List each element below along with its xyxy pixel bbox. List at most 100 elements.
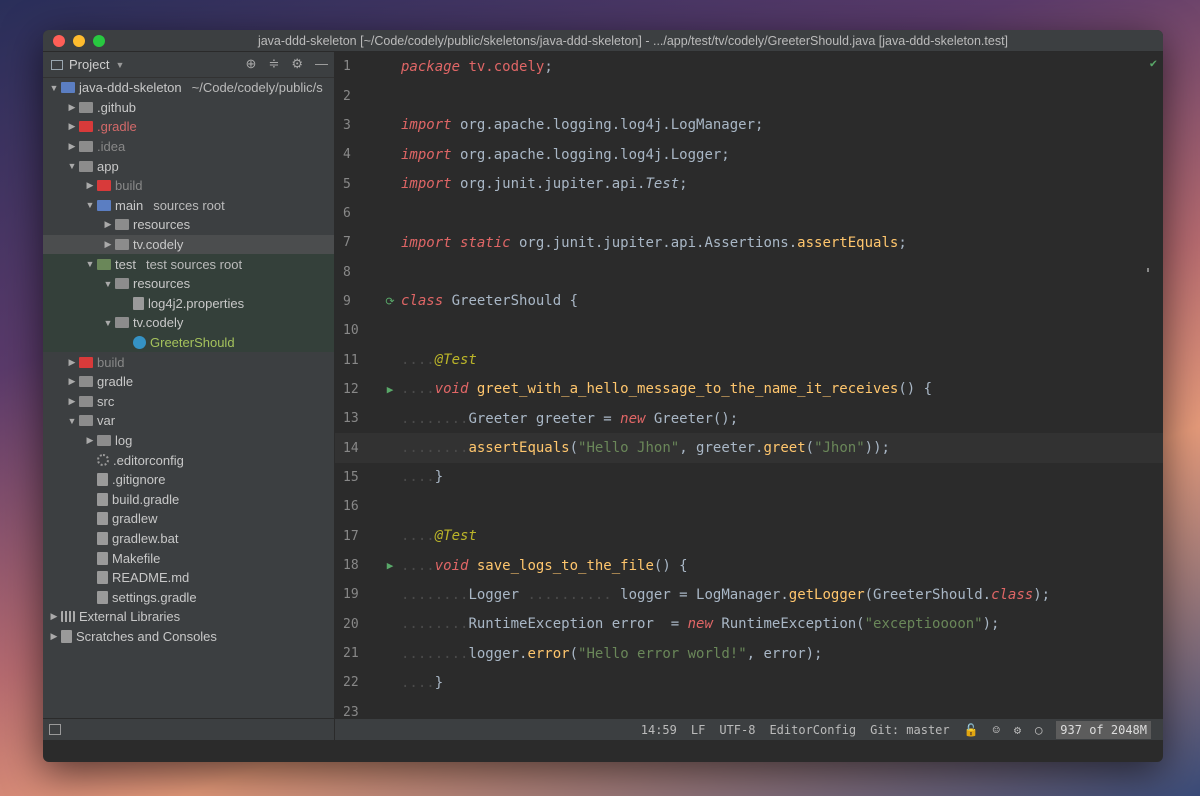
tree-item[interactable]: ▶ src xyxy=(43,392,334,412)
notifications-icon[interactable]: ◯ xyxy=(1035,723,1042,737)
tree-item[interactable]: build.gradle xyxy=(43,489,334,509)
tree-item[interactable]: ▶ gradle xyxy=(43,372,334,392)
hide-panel-icon[interactable]: — xyxy=(315,56,328,72)
chevron-down-icon[interactable]: ▼ xyxy=(115,60,124,70)
code-line[interactable]: 2 xyxy=(335,81,1163,110)
chevron-right-icon[interactable]: ▶ xyxy=(83,180,97,191)
code-editor[interactable]: ✔ 1 package tv.codely; 2 3 import org.apache… xyxy=(335,52,1163,740)
line-separator[interactable]: LF xyxy=(691,723,705,737)
code-line[interactable]: 9 ⟳ class GreeterShould { xyxy=(335,287,1163,316)
chevron-down-icon[interactable]: ▼ xyxy=(83,200,97,210)
code-line[interactable]: 4 import org.apache.logging.log4j.Logger; xyxy=(335,140,1163,169)
code-text: import org.apache.logging.log4j.LogManag… xyxy=(401,117,764,134)
tree-item[interactable]: ▶ .github xyxy=(43,98,334,118)
tree-item[interactable]: ▶ log xyxy=(43,431,334,451)
tree-item[interactable]: ▶ tv.codely xyxy=(43,234,334,255)
tree-item[interactable]: ▶ Scratches and Consoles xyxy=(43,627,334,647)
tree-item[interactable]: ▶ build xyxy=(43,176,334,196)
tree-item[interactable]: settings.gradle xyxy=(43,587,334,607)
chevron-down-icon[interactable]: ▼ xyxy=(83,259,97,269)
git-branch[interactable]: Git: master xyxy=(870,723,949,737)
tree-item[interactable]: gradlew.bat xyxy=(43,529,334,549)
chevron-right-icon[interactable]: ▶ xyxy=(101,219,115,230)
tool-windows-icon[interactable] xyxy=(49,724,61,735)
tree-item-label: build.gradle xyxy=(112,491,180,507)
chevron-right-icon[interactable]: ▶ xyxy=(83,435,97,446)
tree-item[interactable]: Makefile xyxy=(43,548,334,568)
code-line[interactable]: 16 xyxy=(335,492,1163,521)
chevron-right-icon[interactable]: ▶ xyxy=(65,396,79,407)
file-encoding[interactable]: UTF-8 xyxy=(719,723,755,737)
chevron-down-icon[interactable]: ▼ xyxy=(47,83,61,93)
code-line[interactable]: 13 ........Greeter greeter = new Greeter(… xyxy=(335,404,1163,433)
chevron-right-icon[interactable]: ▶ xyxy=(65,141,79,152)
file-icon xyxy=(97,590,108,604)
tree-item-label: build xyxy=(97,354,125,370)
run-test-icon[interactable]: ▶ xyxy=(379,559,401,572)
tree-item[interactable]: ▼ var xyxy=(43,411,334,431)
chevron-right-icon[interactable]: ▶ xyxy=(65,376,79,387)
lock-icon[interactable]: 🔓 xyxy=(964,723,979,737)
code-line[interactable]: 15....} xyxy=(335,463,1163,492)
line-number: 4 xyxy=(343,147,351,163)
tree-item[interactable]: ▶ External Libraries xyxy=(43,607,334,627)
tree-item[interactable]: GreeterShould xyxy=(43,332,334,353)
code-line[interactable]: 11 ....@Test xyxy=(335,345,1163,374)
tree-item[interactable]: .editorconfig xyxy=(43,450,334,470)
chevron-right-icon[interactable]: ▶ xyxy=(47,611,61,622)
collapse-icon[interactable]: ≑ xyxy=(268,56,279,72)
code-line[interactable]: 10 xyxy=(335,316,1163,345)
chevron-down-icon[interactable]: ▼ xyxy=(101,279,115,289)
gear-icon[interactable]: ⚙ xyxy=(291,56,303,72)
code-line[interactable]: 1 package tv.codely; xyxy=(335,52,1163,81)
chevron-right-icon[interactable]: ▶ xyxy=(65,121,79,132)
inspector-icon[interactable]: ☺ xyxy=(993,723,1000,737)
caret-position[interactable]: 14:59 xyxy=(641,723,677,737)
run-test-icon[interactable]: ⟳ xyxy=(379,295,401,308)
code-line[interactable]: 18 ▶ ....void save_logs_to_the_file() { xyxy=(335,551,1163,580)
chevron-down-icon[interactable]: ▼ xyxy=(65,416,79,426)
code-line[interactable]: 5 import org.junit.jupiter.api.Test; xyxy=(335,169,1163,198)
tree-item-label: Makefile xyxy=(112,550,161,566)
memory-indicator[interactable]: 937 of 2048M xyxy=(1056,720,1151,739)
code-line[interactable]: 6 xyxy=(335,199,1163,228)
tree-item[interactable]: log4j2.properties xyxy=(43,293,334,314)
line-number: 2 xyxy=(343,88,351,104)
code-line[interactable]: 21 ........logger.error("Hello error worl… xyxy=(335,639,1163,668)
tree-item[interactable]: ▶ .gradle xyxy=(43,117,334,137)
chevron-down-icon[interactable]: ▼ xyxy=(101,318,115,328)
tree-item[interactable]: ▶ build xyxy=(43,352,334,372)
code-line[interactable]: 19 ........Logger .......... logger = Log… xyxy=(335,580,1163,609)
tree-item[interactable]: ▶ .idea xyxy=(43,137,334,157)
tree-item-label: GreeterShould xyxy=(150,335,235,351)
chevron-right-icon[interactable]: ▶ xyxy=(101,239,115,250)
tree-item-label: .gradle xyxy=(97,119,137,135)
tree-item[interactable]: ▼ main sources root xyxy=(43,196,334,216)
chevron-right-icon[interactable]: ▶ xyxy=(65,102,79,113)
tree-item[interactable]: ▼ test test sources root xyxy=(43,254,334,274)
tree-item[interactable]: ▶ resources xyxy=(43,215,334,235)
folder-red-icon xyxy=(79,356,93,368)
code-line[interactable]: 14 ........assertEquals("Hello Jhon", gre… xyxy=(335,433,1163,463)
tree-item[interactable]: ▼ resources xyxy=(43,273,334,294)
chevron-down-icon[interactable]: ▼ xyxy=(65,161,79,171)
code-line[interactable]: 22....} xyxy=(335,668,1163,697)
locate-icon[interactable]: ⊕ xyxy=(246,56,257,72)
tree-item[interactable]: README.md xyxy=(43,568,334,588)
tree-item[interactable]: ▼ tv.codely xyxy=(43,313,334,333)
code-line[interactable]: 20 ........RuntimeException error = new R… xyxy=(335,610,1163,639)
code-line[interactable]: 7 import static org.junit.jupiter.api.Ass… xyxy=(335,228,1163,257)
chevron-right-icon[interactable]: ▶ xyxy=(47,631,61,642)
tree-item[interactable]: ▼ app xyxy=(43,156,334,176)
code-line[interactable]: 8 xyxy=(335,257,1163,286)
code-line[interactable]: 17 ....@Test xyxy=(335,522,1163,551)
code-line[interactable]: 12 ▶ ....void greet_with_a_hello_message_t… xyxy=(335,375,1163,404)
run-test-icon[interactable]: ▶ xyxy=(379,383,401,396)
tree-item[interactable]: .gitignore xyxy=(43,470,334,490)
editorconfig-status[interactable]: EditorConfig xyxy=(769,723,856,737)
tree-item[interactable]: gradlew xyxy=(43,509,334,529)
settings-icon[interactable]: ⚙ xyxy=(1014,723,1021,737)
chevron-right-icon[interactable]: ▶ xyxy=(65,357,79,368)
code-line[interactable]: 3 import org.apache.logging.log4j.LogMana… xyxy=(335,111,1163,140)
tree-item[interactable]: ▼ java-ddd-skeleton ~/Code/codely/public/s xyxy=(43,78,334,98)
